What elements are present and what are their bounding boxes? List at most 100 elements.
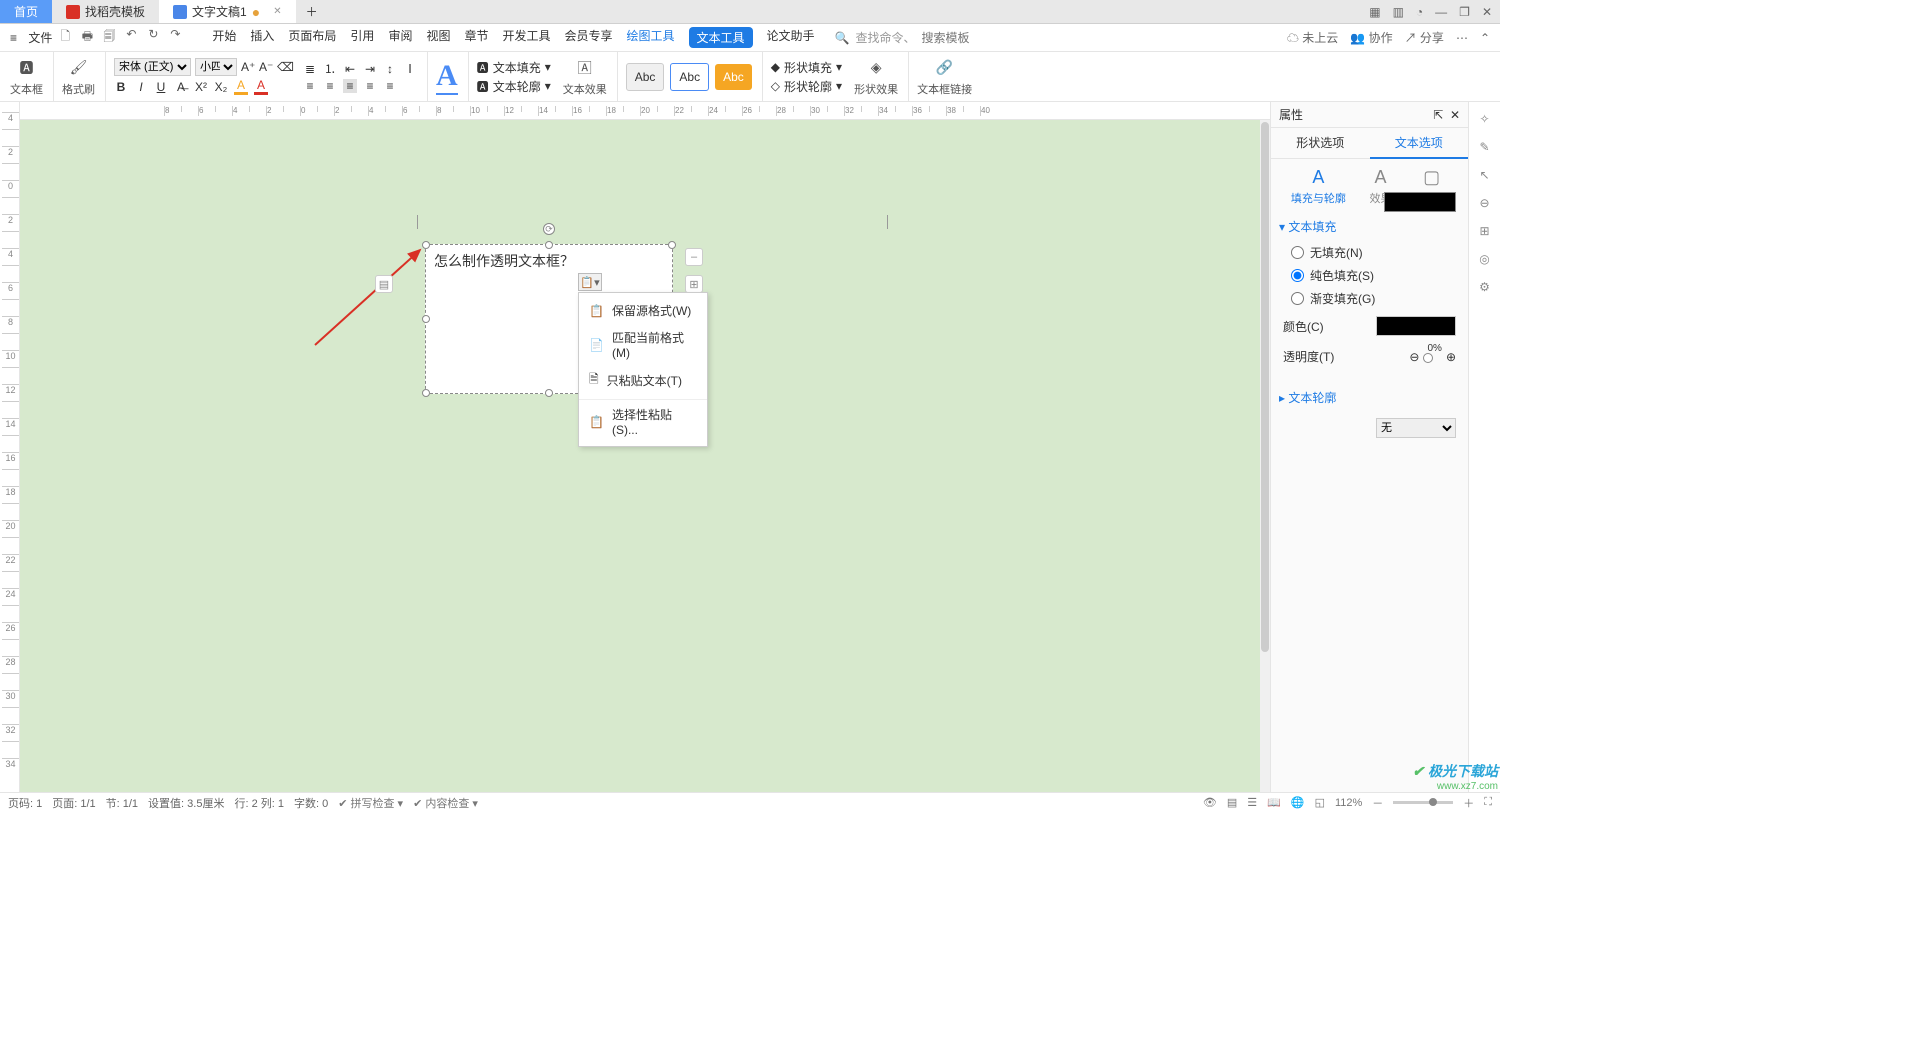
menu-review[interactable]: 审阅 [388,27,412,48]
format-painter-group[interactable]: 🖌 格式刷 [58,52,106,101]
menu-view[interactable]: 视图 [426,27,450,48]
collapse-button[interactable]: – [685,248,703,266]
layout-options-button[interactable]: ▤ [375,275,393,293]
menu-paper[interactable]: 论文助手 [767,27,815,48]
menu-vip[interactable]: 会员专享 [565,27,613,48]
menu-texttool[interactable]: 文本工具 [689,27,753,48]
file-menu[interactable]: ≡ 文件 [10,29,52,46]
slider-plus-icon[interactable]: ⊕ [1446,350,1456,364]
close-panel-icon[interactable]: ✕ [1450,108,1460,122]
scrollbar-vertical[interactable] [1260,120,1270,792]
layout-icon[interactable]: ▦ [1369,5,1380,19]
shape-outline-button[interactable]: ◇ 形状轮廓 ▾ [771,78,842,95]
align-justify-icon[interactable]: ≡ [363,79,377,93]
status-position[interactable]: 设置值: 3.5厘米 [148,795,224,811]
fullscreen-icon[interactable]: ⛶ [1484,796,1492,809]
menu-drawtool[interactable]: 绘图工具 [627,27,675,48]
more-button[interactable]: ⋯ [1456,31,1468,45]
resize-handle-ne[interactable] [668,241,676,249]
tab-doc1[interactable]: 文字文稿1●✕ [159,0,296,23]
align-right-icon[interactable]: ≡ [343,79,357,93]
increase-font-icon[interactable]: A⁺ [241,60,255,74]
preview-icon[interactable]: 🗐 [102,27,116,48]
tab-home[interactable]: 首页 [0,0,52,23]
new-tab-button[interactable]: ＋ [296,0,328,23]
shape-effect-group[interactable]: ◈ 形状效果 [850,52,909,101]
align-left-icon[interactable]: ≡ [303,79,317,93]
zoom-in-icon[interactable]: ＋ [1463,795,1474,811]
maximize-button[interactable]: ❐ [1459,5,1470,19]
undo-icon[interactable]: ↶ [124,27,138,48]
settings-icon[interactable]: ⚙ [1479,280,1490,294]
outline-select[interactable]: 无 [1376,418,1456,438]
redo-icon[interactable]: ↻ [146,27,160,48]
line-spacing-icon[interactable]: ↕ [383,62,397,76]
content-check-button[interactable]: ✔ 内容检查 ▾ [413,795,478,811]
minimize-button[interactable]: — [1435,5,1447,19]
paste-keep-source[interactable]: 📋保留源格式(W) [579,297,707,324]
view-outline-icon[interactable]: ☰ [1247,796,1257,809]
new-icon[interactable]: 🗋 [58,27,72,48]
command-search[interactable]: 🔍查找命令、 [835,29,982,46]
canvas[interactable]: ⟳ 怎么制作透明文本框？ ▤ – [20,120,1270,792]
skin-icon[interactable]: ◔ [1416,5,1423,19]
numbering-icon[interactable]: ⒈ [323,60,337,77]
rotate-handle[interactable]: ⟳ [543,223,555,235]
strike-icon[interactable]: A̶ [174,80,188,94]
task-icon[interactable]: ⊞ [1479,224,1489,238]
status-word-count[interactable]: 字数: 0 [294,795,328,811]
resize-handle-sw[interactable] [422,389,430,397]
slider-minus-icon[interactable]: ⊖ [1409,350,1419,364]
fill-preview-swatch[interactable] [1384,192,1456,212]
text-fill-button[interactable]: 🅰 文本填充 ▾ [477,59,551,76]
font-size-select[interactable]: 小四 [195,58,237,76]
status-line-col[interactable]: 行: 2 列: 1 [234,795,284,811]
menu-pagelayout[interactable]: 页面布局 [288,27,336,48]
paste-match-format[interactable]: 📄匹配当前格式(M) [579,324,707,365]
tab-templates[interactable]: 找稻壳模板 [52,0,159,23]
cloud-button[interactable]: ☁ 未上云 [1287,29,1338,46]
color-control[interactable]: 颜色(C) [1279,310,1460,342]
text-direction-icon[interactable]: Ⅰ [403,62,417,76]
view-web-icon[interactable]: 🌐 [1291,796,1305,809]
status-page-of[interactable]: 页面: 1/1 [52,795,95,811]
apps-icon[interactable]: ▥ [1393,5,1404,19]
paste-options-button[interactable]: 📋▾ [578,273,602,291]
shape-style-3[interactable]: Abc [715,64,752,90]
format-options-button[interactable]: ⊞ [685,275,703,293]
status-section[interactable]: 节: 1/1 [106,795,138,811]
eye-icon[interactable]: 👁 [1203,796,1217,809]
style-icon[interactable]: ✧ [1479,112,1489,126]
indent-right-icon[interactable]: ⇥ [363,62,377,76]
zoom-slider[interactable] [1393,801,1453,804]
fill-gradient-radio[interactable]: 渐变填充(G) [1279,287,1460,310]
wordart-style-2[interactable]: A [436,59,458,95]
close-tab-icon[interactable]: ✕ [273,6,281,17]
fit-icon[interactable]: ◱ [1315,796,1325,809]
outline-control[interactable]: 无 [1279,412,1460,444]
paste-text-only[interactable]: 🗎只粘贴文本(T) [579,365,707,396]
underline-icon[interactable]: U [154,80,168,94]
spell-check-button[interactable]: ✔ 拼写检查 ▾ [338,795,403,811]
wordart-style-1[interactable]: A [436,52,458,57]
decrease-font-icon[interactable]: A⁻ [259,60,273,74]
section-text-outline[interactable]: ▸ 文本轮廓 [1279,383,1460,412]
align-distribute-icon[interactable]: ≡ [383,79,397,93]
bold-icon[interactable]: B [114,80,128,94]
align-center-icon[interactable]: ≡ [323,79,337,93]
repeat-icon[interactable]: ↷ [168,27,182,48]
menu-dev[interactable]: 开发工具 [502,27,550,48]
menu-reference[interactable]: 引用 [350,27,374,48]
view-page-icon[interactable]: ▤ [1227,796,1237,809]
clear-format-icon[interactable]: ⌫ [277,60,291,74]
zoom-out-icon[interactable]: － [1372,795,1383,811]
subscript-icon[interactable]: X₂ [214,80,228,94]
pin-icon[interactable]: ⇱ [1433,108,1443,122]
search-input[interactable] [922,31,982,45]
resize-handle-s[interactable] [545,389,553,397]
tab-text-options[interactable]: 文本选项 [1370,128,1469,159]
fill-solid-radio[interactable]: 纯色填充(S) [1279,264,1460,287]
paste-special[interactable]: 📋选择性粘贴(S)... [579,399,707,442]
view-read-icon[interactable]: 📖 [1267,796,1281,809]
italic-icon[interactable]: I [134,80,148,94]
